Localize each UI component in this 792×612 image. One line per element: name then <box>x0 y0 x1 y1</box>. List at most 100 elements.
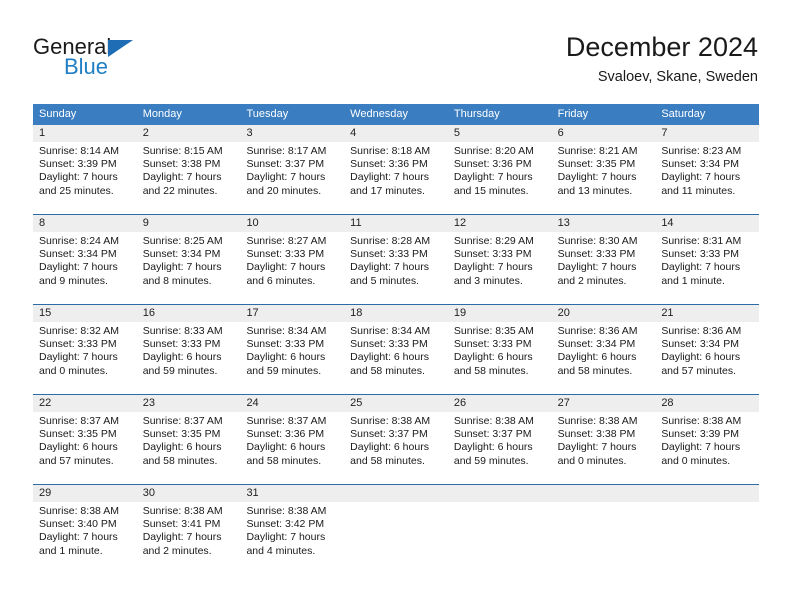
day-cell[interactable]: 28 Sunrise: 8:38 AM Sunset: 3:39 PM Dayligh… <box>655 395 760 483</box>
day-details: Sunrise: 8:32 AM Sunset: 3:33 PM Daylight:… <box>33 322 137 378</box>
day-cell[interactable]: 8 Sunrise: 8:24 AM Sunset: 3:34 PM Daylight… <box>33 215 137 303</box>
daylight-line-2: and 4 minutes. <box>246 544 316 557</box>
day-cell[interactable]: 12 Sunrise: 8:29 AM Sunset: 3:33 PM Dayligh… <box>447 215 552 303</box>
daylight-line-1: Daylight: 7 hours <box>557 261 637 274</box>
sunrise-time: Sunrise: 8:21 AM <box>557 145 638 157</box>
day-number: 22 <box>33 395 137 412</box>
logo-text-blue: Blue <box>64 54 109 79</box>
daylight-line-1: Daylight: 6 hours <box>453 351 533 364</box>
day-cell[interactable]: 2 Sunrise: 8:15 AM Sunset: 3:38 PM Daylight… <box>136 125 241 213</box>
sunset-time: Sunset: 3:34 PM <box>661 158 739 171</box>
day-cell[interactable]: 5 Sunrise: 8:20 AM Sunset: 3:36 PM Daylight… <box>447 125 552 213</box>
page-header: General Blue December 2024 Svaloev, Skan… <box>0 0 792 98</box>
daylight-line-2: and 58 minutes. <box>246 454 322 467</box>
day-details: Sunrise: 8:38 AM Sunset: 3:37 PM Daylight:… <box>448 412 552 468</box>
day-details: Sunrise: 8:37 AM Sunset: 3:35 PM Daylight:… <box>137 412 241 468</box>
sunset-time: Sunset: 3:39 PM <box>661 428 739 441</box>
day-details: Sunrise: 8:37 AM Sunset: 3:36 PM Daylight:… <box>240 412 344 468</box>
day-cell[interactable]: 17 Sunrise: 8:34 AM Sunset: 3:33 PM Dayligh… <box>240 305 345 393</box>
day-number: 23 <box>136 395 241 412</box>
sunrise-time: Sunrise: 8:36 AM <box>557 325 638 337</box>
day-cell[interactable]: 10 Sunrise: 8:27 AM Sunset: 3:33 PM Dayligh… <box>240 215 345 303</box>
day-cell[interactable]: 23 Sunrise: 8:37 AM Sunset: 3:35 PM Dayligh… <box>136 395 241 483</box>
day-cell[interactable]: 26 Sunrise: 8:38 AM Sunset: 3:37 PM Dayligh… <box>447 395 552 483</box>
sunset-time: Sunset: 3:36 PM <box>246 428 325 441</box>
day-cell[interactable]: 7 Sunrise: 8:23 AM Sunset: 3:34 PM Daylight… <box>655 125 760 213</box>
sunset-time: Sunset: 3:37 PM <box>453 428 532 441</box>
daylight-line-1: Daylight: 7 hours <box>142 171 222 184</box>
calendar-weeks: 1 Sunrise: 8:14 AM Sunset: 3:39 PM Daylight… <box>33 125 760 573</box>
calendar-week-row: 1 Sunrise: 8:14 AM Sunset: 3:39 PM Daylight… <box>33 125 760 213</box>
sunset-time: Sunset: 3:38 PM <box>557 428 636 441</box>
day-number: 10 <box>240 215 345 232</box>
daylight-line-1: Daylight: 7 hours <box>142 531 222 544</box>
day-number: 2 <box>136 125 241 142</box>
day-cell[interactable]: 16 Sunrise: 8:33 AM Sunset: 3:33 PM Dayligh… <box>136 305 241 393</box>
day-cell[interactable]: 20 Sunrise: 8:36 AM Sunset: 3:34 PM Dayligh… <box>551 305 656 393</box>
daylight-line-2: and 13 minutes. <box>557 184 633 197</box>
day-number: 6 <box>551 125 656 142</box>
day-cell[interactable]: 19 Sunrise: 8:35 AM Sunset: 3:33 PM Dayligh… <box>447 305 552 393</box>
daylight-line-1: Daylight: 7 hours <box>453 261 533 274</box>
sunset-time: Sunset: 3:35 PM <box>39 428 117 441</box>
day-cell[interactable]: 27 Sunrise: 8:38 AM Sunset: 3:38 PM Dayligh… <box>551 395 656 483</box>
day-cell[interactable]: 18 Sunrise: 8:34 AM Sunset: 3:33 PM Dayligh… <box>344 305 448 393</box>
sunrise-time: Sunrise: 8:33 AM <box>142 325 223 337</box>
sunrise-time: Sunrise: 8:31 AM <box>661 235 742 247</box>
daylight-line-2: and 58 minutes. <box>557 364 633 377</box>
day-number: 16 <box>136 305 241 322</box>
day-details: Sunrise: 8:31 AM Sunset: 3:33 PM Daylight:… <box>655 232 759 288</box>
day-cell[interactable]: 29 Sunrise: 8:38 AM Sunset: 3:40 PM Dayligh… <box>33 485 137 573</box>
daylight-line-1: Daylight: 7 hours <box>39 351 118 364</box>
daylight-line-1: Daylight: 7 hours <box>557 441 637 454</box>
weekday-header-monday: Monday <box>142 108 182 120</box>
sunrise-time: Sunrise: 8:32 AM <box>39 325 119 337</box>
day-cell[interactable]: 21 Sunrise: 8:36 AM Sunset: 3:34 PM Dayligh… <box>655 305 760 393</box>
daylight-line-1: Daylight: 6 hours <box>142 351 222 364</box>
day-details: Sunrise: 8:20 AM Sunset: 3:36 PM Daylight:… <box>448 142 552 198</box>
page-subtitle: Svaloev, Skane, Sweden <box>597 69 758 86</box>
sunset-time: Sunset: 3:33 PM <box>453 248 532 261</box>
day-details: Sunrise: 8:24 AM Sunset: 3:34 PM Daylight:… <box>33 232 137 288</box>
weekday-header-friday: Friday <box>557 108 589 120</box>
day-number: 9 <box>136 215 241 232</box>
day-details: Sunrise: 8:36 AM Sunset: 3:34 PM Daylight:… <box>552 322 656 378</box>
day-details: Sunrise: 8:38 AM Sunset: 3:38 PM Daylight:… <box>552 412 656 468</box>
daylight-line-2: and 59 minutes. <box>246 364 322 377</box>
sunset-time: Sunset: 3:33 PM <box>453 338 532 351</box>
day-number: 20 <box>551 305 656 322</box>
sunrise-time: Sunrise: 8:24 AM <box>39 235 119 247</box>
sunrise-time: Sunrise: 8:18 AM <box>350 145 431 157</box>
weekday-header-sunday: Sunday <box>39 108 77 120</box>
day-cell[interactable]: 4 Sunrise: 8:18 AM Sunset: 3:36 PM Daylight… <box>344 125 448 213</box>
sunrise-time: Sunrise: 8:23 AM <box>661 145 742 157</box>
day-cell[interactable]: 30 Sunrise: 8:38 AM Sunset: 3:41 PM Dayligh… <box>136 485 241 573</box>
day-cell[interactable]: 3 Sunrise: 8:17 AM Sunset: 3:37 PM Daylight… <box>240 125 345 213</box>
day-cell[interactable]: 13 Sunrise: 8:30 AM Sunset: 3:33 PM Dayligh… <box>551 215 656 303</box>
day-number: 4 <box>344 125 448 142</box>
daylight-line-1: Daylight: 6 hours <box>453 441 533 454</box>
day-details: Sunrise: 8:38 AM Sunset: 3:37 PM Daylight:… <box>344 412 448 468</box>
day-cell[interactable]: 14 Sunrise: 8:31 AM Sunset: 3:33 PM Dayligh… <box>655 215 760 303</box>
day-cell[interactable]: 31 Sunrise: 8:38 AM Sunset: 3:42 PM Dayligh… <box>240 485 345 573</box>
daylight-line-1: Daylight: 7 hours <box>246 531 326 544</box>
day-cell[interactable]: 15 Sunrise: 8:32 AM Sunset: 3:33 PM Dayligh… <box>33 305 137 393</box>
sunset-time: Sunset: 3:33 PM <box>142 338 221 351</box>
day-cell[interactable]: 9 Sunrise: 8:25 AM Sunset: 3:34 PM Daylight… <box>136 215 241 303</box>
sunrise-time: Sunrise: 8:38 AM <box>557 415 638 427</box>
calendar-week-row: 8 Sunrise: 8:24 AM Sunset: 3:34 PM Daylight… <box>33 214 760 303</box>
sunrise-time: Sunrise: 8:29 AM <box>453 235 534 247</box>
day-cell[interactable]: 6 Sunrise: 8:21 AM Sunset: 3:35 PM Daylight… <box>551 125 656 213</box>
day-cell[interactable]: 25 Sunrise: 8:38 AM Sunset: 3:37 PM Dayligh… <box>344 395 448 483</box>
day-details: Sunrise: 8:38 AM Sunset: 3:40 PM Daylight:… <box>33 502 137 558</box>
day-cell[interactable]: 24 Sunrise: 8:37 AM Sunset: 3:36 PM Dayligh… <box>240 395 345 483</box>
day-details: Sunrise: 8:34 AM Sunset: 3:33 PM Daylight:… <box>344 322 448 378</box>
general-blue-logo[interactable]: General Blue <box>33 36 233 84</box>
daylight-line-1: Daylight: 6 hours <box>39 441 118 454</box>
daylight-line-2: and 9 minutes. <box>39 274 108 287</box>
day-cell[interactable]: 1 Sunrise: 8:14 AM Sunset: 3:39 PM Daylight… <box>33 125 137 213</box>
sunset-time: Sunset: 3:38 PM <box>142 158 221 171</box>
day-cell[interactable]: 22 Sunrise: 8:37 AM Sunset: 3:35 PM Dayligh… <box>33 395 137 483</box>
daylight-line-1: Daylight: 6 hours <box>557 351 637 364</box>
day-cell[interactable]: 11 Sunrise: 8:28 AM Sunset: 3:33 PM Dayligh… <box>344 215 448 303</box>
